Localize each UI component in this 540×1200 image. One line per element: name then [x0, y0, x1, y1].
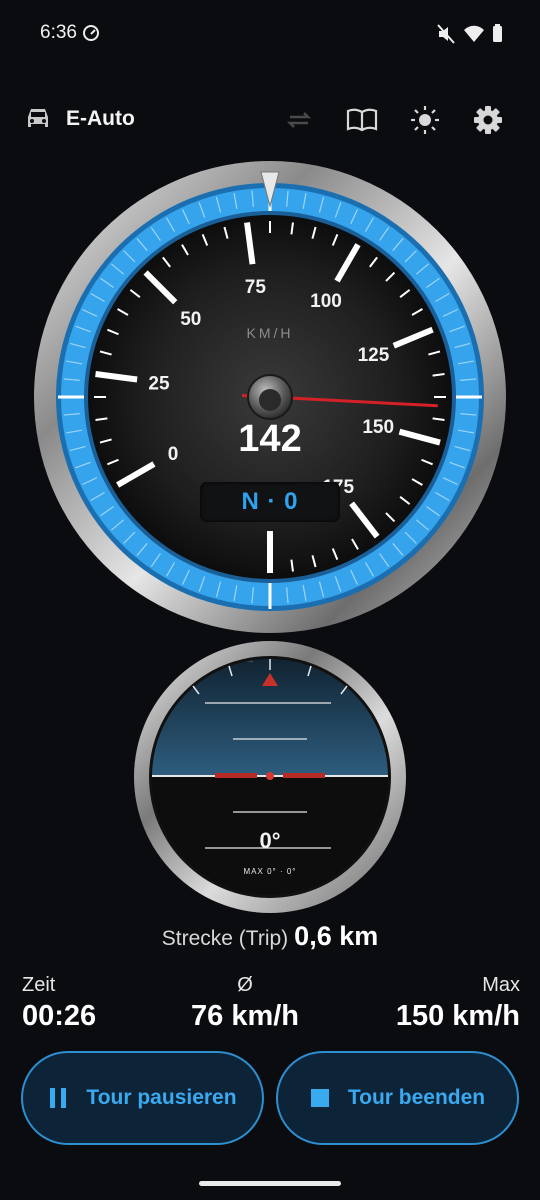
trip-distance: Strecke (Trip) 0,6 km: [0, 921, 540, 952]
speed-tick-label: 100: [310, 291, 342, 312]
battery-icon: [493, 24, 502, 42]
pause-tour-button[interactable]: Tour pausieren: [21, 1051, 264, 1145]
end-tour-button[interactable]: Tour beenden: [276, 1051, 519, 1145]
mute-icon: [437, 24, 455, 44]
top-bar: E-Auto: [0, 95, 540, 149]
speed-tick-label: 25: [148, 373, 170, 394]
gauge-unit-label: KM/H: [247, 325, 294, 341]
brightness-icon[interactable]: [408, 103, 442, 137]
speed-value: 142: [238, 418, 302, 460]
trip-value: 0,6 km: [294, 921, 379, 951]
wifi-icon: [464, 25, 484, 42]
status-time: 6:36: [40, 22, 77, 43]
pause-icon: [50, 1088, 67, 1108]
bank-angle-value: 0°: [259, 828, 281, 853]
car-icon[interactable]: [22, 103, 54, 135]
end-tour-label: Tour beenden: [347, 1086, 486, 1109]
gear-indicator: N · 0: [200, 482, 340, 522]
settings-gear-icon[interactable]: [471, 103, 505, 137]
stop-icon: [310, 1089, 329, 1107]
attitude-indicator: 0° MAX 0° · 0°: [133, 640, 407, 914]
avg-label: Ø: [237, 974, 253, 996]
speed-tick-label: 50: [180, 309, 201, 330]
max-value: 150 km/h: [395, 1000, 520, 1032]
home-indicator[interactable]: [199, 1181, 341, 1186]
swap-icon[interactable]: [282, 103, 316, 137]
status-bar: 6:36: [0, 0, 540, 68]
speed-tick-label: 75: [245, 277, 267, 298]
max-label: Max: [482, 974, 520, 996]
speedometer-gauge: 0255075100125150175200 KM/H 142 N · 0: [33, 160, 507, 634]
trip-label: Strecke (Trip): [161, 927, 289, 950]
vehicle-name[interactable]: E-Auto: [66, 107, 135, 131]
pause-tour-label: Tour pausieren: [86, 1086, 237, 1109]
book-icon[interactable]: [345, 103, 379, 137]
speed-tick-label: 125: [358, 345, 390, 366]
status-icons: [437, 24, 502, 44]
max-angle-label: MAX 0° · 0°: [243, 867, 297, 876]
speedometer-notification-icon: [83, 25, 99, 41]
